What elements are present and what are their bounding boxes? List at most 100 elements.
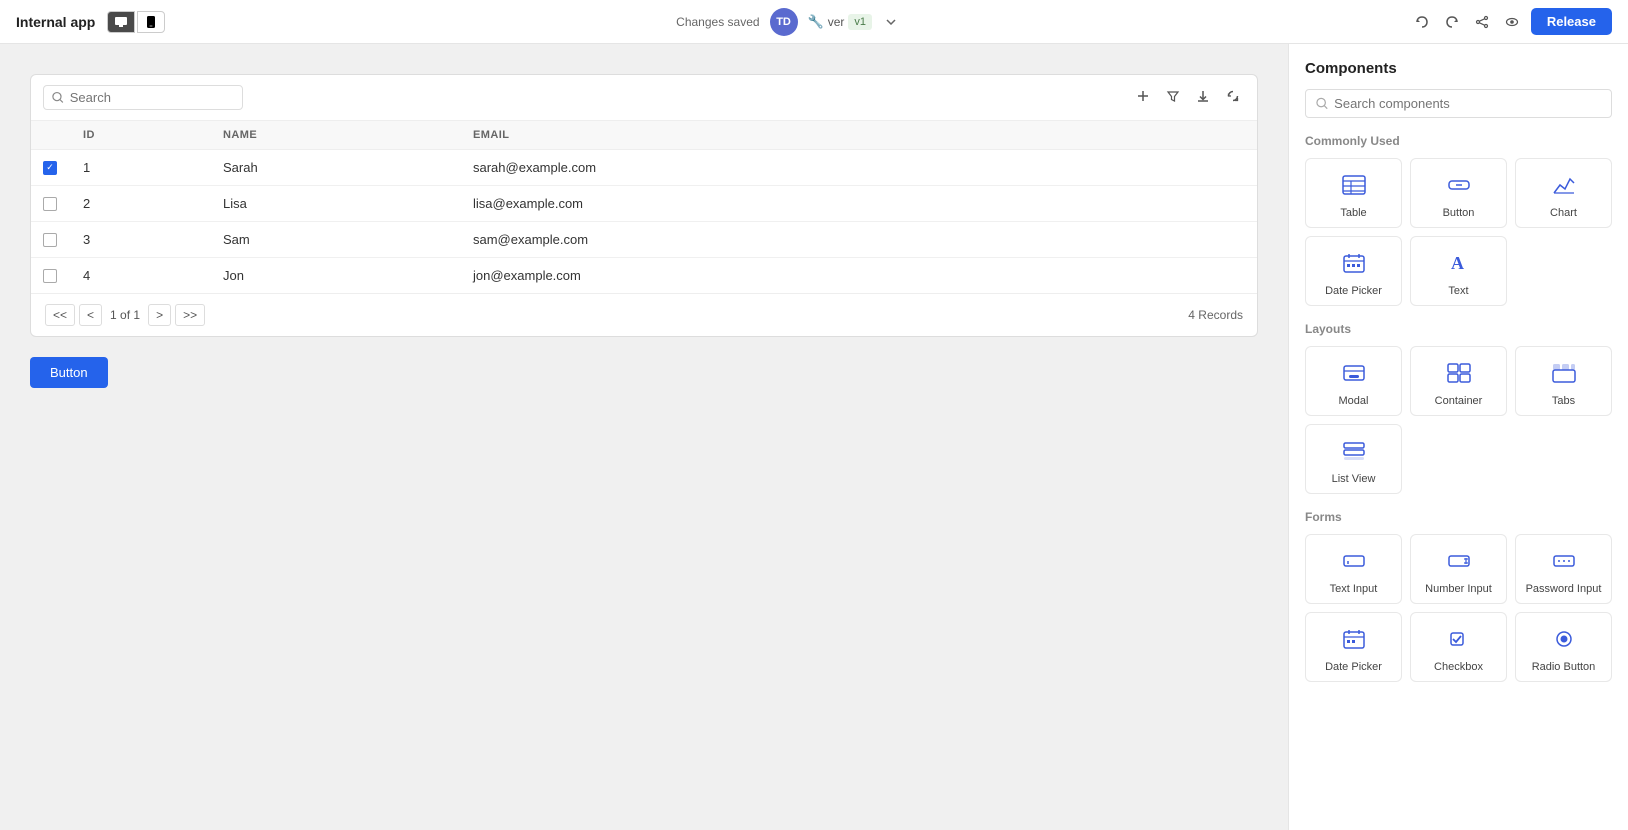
filter-btn[interactable] (1161, 86, 1185, 109)
row-name: Jon (211, 258, 461, 294)
row-checkbox[interactable] (43, 197, 57, 211)
download-icon (1196, 89, 1210, 103)
row-checkbox-cell[interactable] (31, 150, 71, 186)
comp-checkbox[interactable]: Checkbox (1410, 612, 1507, 682)
records-count: 4 Records (1188, 308, 1243, 322)
comp-tabs[interactable]: Tabs (1515, 346, 1612, 416)
search-input[interactable] (70, 90, 234, 105)
table-row: 4 Jon jon@example.com (31, 258, 1257, 294)
row-checkbox[interactable] (43, 233, 57, 247)
comp-modal-label: Modal (1339, 395, 1369, 407)
user-avatar: TD (770, 8, 798, 36)
passwordinput-comp-icon (1550, 545, 1578, 577)
row-checkbox-cell[interactable] (31, 258, 71, 294)
row-id: 4 (71, 258, 211, 294)
topbar-right: Release (1411, 8, 1612, 35)
comp-datepicker[interactable]: Date Picker (1305, 236, 1402, 306)
search-components-icon (1316, 97, 1328, 110)
row-email: lisa@example.com (461, 186, 1257, 222)
topbar-center: Changes saved TD 🔧 ver v1 (676, 8, 900, 36)
search-components-box[interactable] (1305, 89, 1612, 118)
radiobutton-comp-icon (1550, 623, 1578, 655)
first-page-btn[interactable]: << (45, 304, 75, 326)
table-toolbar (31, 75, 1257, 121)
commonly-used-grid: Table Button Chart Date Picker (1305, 158, 1612, 306)
last-page-btn[interactable]: >> (175, 304, 205, 326)
main-layout: ID NAME EMAIL 1 Sarah sarah@example.com … (0, 44, 1628, 830)
button-comp-icon (1445, 169, 1473, 201)
comp-datepicker2[interactable]: Date Picker (1305, 612, 1402, 682)
email-header: EMAIL (461, 121, 1257, 150)
comp-passwordinput[interactable]: Password Input (1515, 534, 1612, 604)
comp-button[interactable]: Button (1410, 158, 1507, 228)
comp-textinput-label: Text Input (1330, 583, 1378, 595)
topbar-left: Internal app (16, 11, 165, 33)
comp-radiobutton[interactable]: Radio Button (1515, 612, 1612, 682)
sidebar-title: Components (1305, 60, 1612, 77)
id-header: ID (71, 121, 211, 150)
datepicker-comp-icon (1340, 247, 1368, 279)
primary-button[interactable]: Button (30, 357, 108, 388)
undo-btn[interactable] (1411, 11, 1433, 33)
comp-table[interactable]: Table (1305, 158, 1402, 228)
pagination: << < 1 of 1 > >> (45, 304, 205, 326)
commonly-used-label: Commonly Used (1305, 134, 1612, 148)
table-row: 2 Lisa lisa@example.com (31, 186, 1257, 222)
layouts-label: Layouts (1305, 322, 1612, 336)
text-comp-icon: A (1445, 247, 1473, 279)
row-email: sam@example.com (461, 222, 1257, 258)
row-checkbox[interactable] (43, 161, 57, 175)
share-btn[interactable] (1471, 11, 1493, 33)
download-btn[interactable] (1191, 86, 1215, 109)
prev-page-btn[interactable]: < (79, 304, 102, 326)
more-btn[interactable] (1221, 86, 1245, 109)
forms-label: Forms (1305, 510, 1612, 524)
eye-icon (1505, 15, 1519, 29)
row-name: Sarah (211, 150, 461, 186)
comp-chart[interactable]: Chart (1515, 158, 1612, 228)
row-checkbox[interactable] (43, 269, 57, 283)
comp-modal[interactable]: Modal (1305, 346, 1402, 416)
comp-listview-label: List View (1332, 473, 1376, 485)
comp-passwordinput-label: Password Input (1526, 583, 1602, 595)
datepicker2-comp-icon (1340, 623, 1368, 655)
redo-icon (1445, 15, 1459, 29)
add-row-btn[interactable] (1131, 86, 1155, 109)
toolbar-icons (1131, 86, 1245, 109)
table-widget: ID NAME EMAIL 1 Sarah sarah@example.com … (30, 74, 1258, 337)
comp-button-label: Button (1443, 207, 1475, 219)
changes-saved: Changes saved (676, 15, 759, 29)
desktop-view-btn[interactable] (107, 11, 135, 33)
comp-textinput[interactable]: Text Input (1305, 534, 1402, 604)
checkbox-comp-icon (1445, 623, 1473, 655)
row-checkbox-cell[interactable] (31, 186, 71, 222)
release-btn[interactable]: Release (1531, 8, 1612, 35)
retool-icon: 🔧 (808, 14, 824, 30)
svg-text:A: A (1451, 253, 1464, 273)
comp-listview[interactable]: List View (1305, 424, 1402, 494)
layouts-grid: Modal Container Tabs List View (1305, 346, 1612, 494)
row-id: 3 (71, 222, 211, 258)
next-page-btn[interactable]: > (148, 304, 171, 326)
comp-text[interactable]: A Text (1410, 236, 1507, 306)
forms-grid: Text Input Number Input Password Input D… (1305, 534, 1612, 682)
table-search-box[interactable] (43, 85, 243, 110)
table-comp-icon (1340, 169, 1368, 201)
listview-comp-icon (1340, 435, 1368, 467)
comp-numberinput[interactable]: Number Input (1410, 534, 1507, 604)
preview-btn[interactable] (1501, 11, 1523, 33)
checkbox-header (31, 121, 71, 150)
mobile-view-btn[interactable] (137, 11, 165, 33)
app-title: Internal app (16, 14, 95, 30)
row-id: 1 (71, 150, 211, 186)
search-components-input[interactable] (1334, 96, 1601, 111)
comp-container[interactable]: Container (1410, 346, 1507, 416)
redo-btn[interactable] (1441, 11, 1463, 33)
row-name: Sam (211, 222, 461, 258)
version-dropdown-btn[interactable] (882, 15, 900, 29)
name-header: NAME (211, 121, 461, 150)
row-checkbox-cell[interactable] (31, 222, 71, 258)
row-id: 2 (71, 186, 211, 222)
mobile-icon (147, 16, 155, 28)
undo-icon (1415, 15, 1429, 29)
